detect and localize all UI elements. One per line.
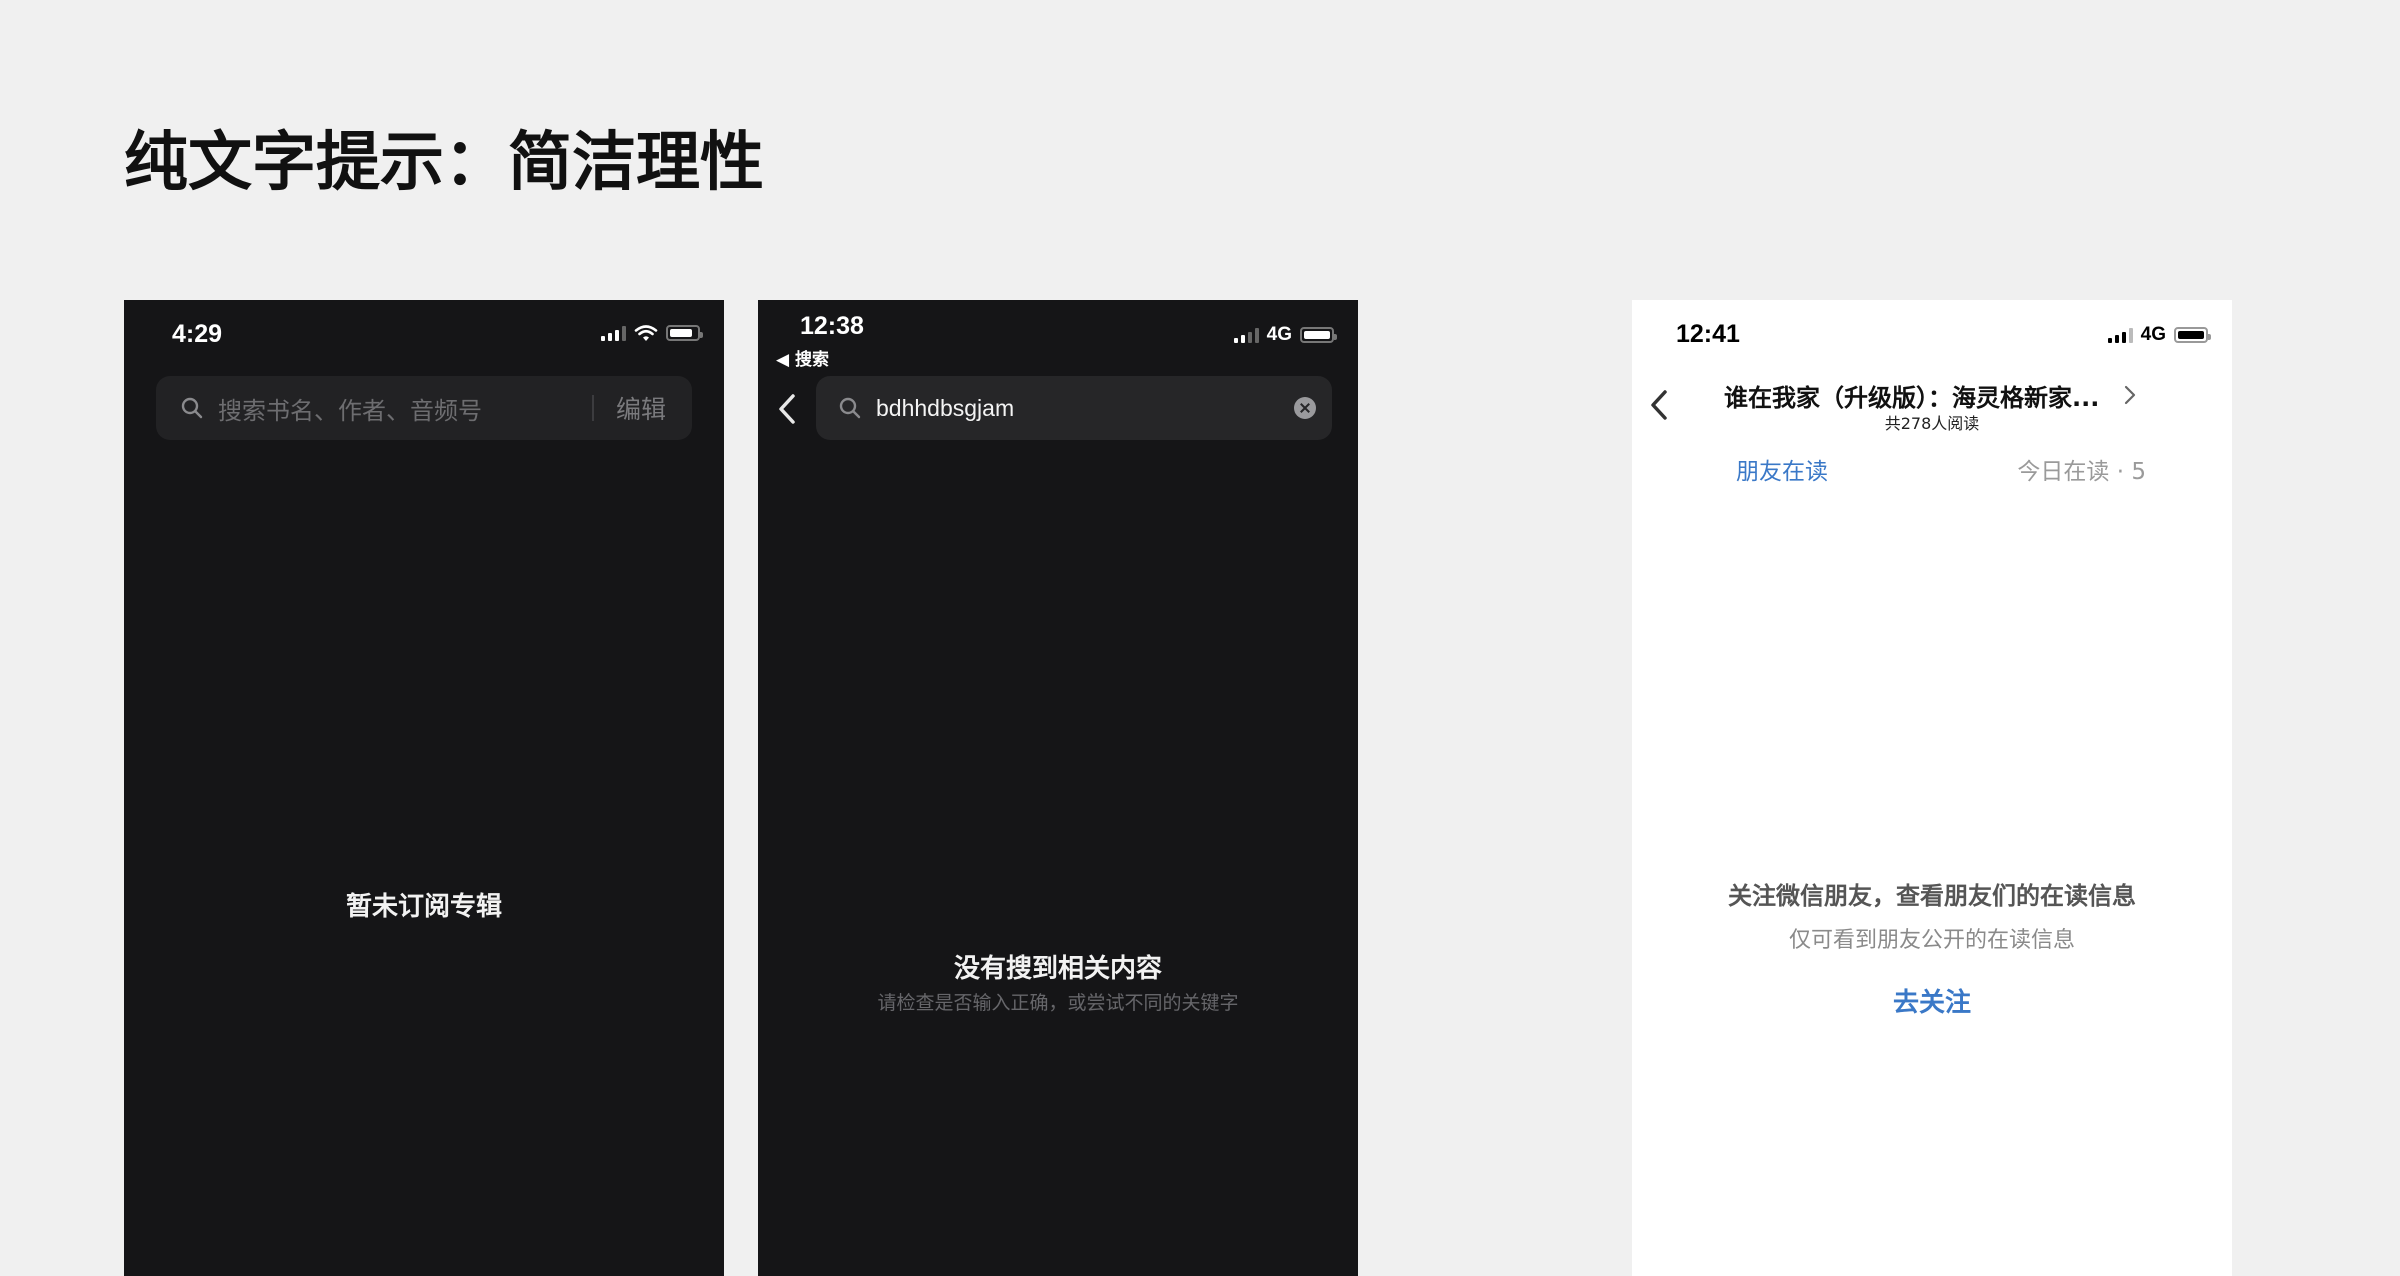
search-input[interactable]: 搜索书名、作者、音频号 编辑 [156, 376, 692, 440]
search-input[interactable]: bdhhdbsgjam [816, 376, 1332, 440]
battery-icon [666, 325, 703, 341]
phone-screen-friends-reading: 12:41 4G 谁在我家（升级版）：海灵格新家... 共278人阅读 朋友在读… [1632, 300, 2232, 1276]
book-title[interactable]: 谁在我家（升级版）：海灵格新家... [1724, 378, 2099, 413]
empty-state-title: 没有搜到相关内容 [953, 954, 1162, 984]
network-label: 4G [1266, 324, 1292, 345]
search-icon [839, 397, 861, 419]
search-placeholder: 搜索书名、作者、音频号 [218, 396, 482, 425]
phone-screen-subscriptions: 4:29 搜索书名、作者、音频号 编辑 暂未订阅专辑 [124, 300, 724, 1276]
network-label: 4G [2140, 324, 2166, 345]
status-indicators: 4G [2107, 324, 2211, 346]
edit-button[interactable]: 编辑 [616, 390, 666, 426]
status-indicators [601, 324, 703, 342]
signal-icon [2107, 327, 2133, 343]
search-icon [181, 397, 203, 419]
status-indicators: 4G [1233, 324, 1337, 346]
divider [591, 395, 594, 421]
reader-count: 共278人阅读 [1884, 414, 1980, 433]
status-time: 12:38 [800, 312, 864, 340]
status-time: 4:29 [172, 320, 223, 348]
signal-icon [601, 325, 626, 341]
battery-icon [2174, 327, 2211, 343]
empty-state-subtitle: 请检查是否输入正确，或尝试不同的关键字 [877, 992, 1239, 1014]
battery-icon [1300, 327, 1337, 343]
page-title: 纯文字提示：简洁理性 [124, 126, 764, 200]
prompt-title: 关注微信朋友，查看朋友们的在读信息 [1728, 882, 2136, 910]
prompt-subtitle: 仅可看到朋友公开的在读信息 [1788, 928, 2075, 953]
clear-icon[interactable] [1294, 397, 1316, 419]
back-to-search-link[interactable]: ◀ 搜索 [776, 345, 829, 370]
chevron-right-icon[interactable] [2122, 382, 2138, 408]
tab-today-reading[interactable]: 今日在读 · 5 [2017, 452, 2146, 486]
status-time: 12:41 [1676, 320, 1740, 348]
phone-screen-search-results: 12:38 ◀ 搜索 4G bdhhdbsgjam 没有搜到相关内容 请检查是否… [758, 300, 1358, 1276]
empty-state-text: 暂未订阅专辑 [345, 892, 502, 922]
signal-icon [1233, 327, 1259, 343]
wifi-icon [634, 325, 658, 341]
tab-friends-reading[interactable]: 朋友在读 [1736, 452, 1828, 486]
follow-button[interactable]: 去关注 [1632, 982, 2232, 1019]
back-chevron-icon[interactable] [772, 390, 802, 428]
search-query-text: bdhhdbsgjam [876, 394, 1015, 421]
